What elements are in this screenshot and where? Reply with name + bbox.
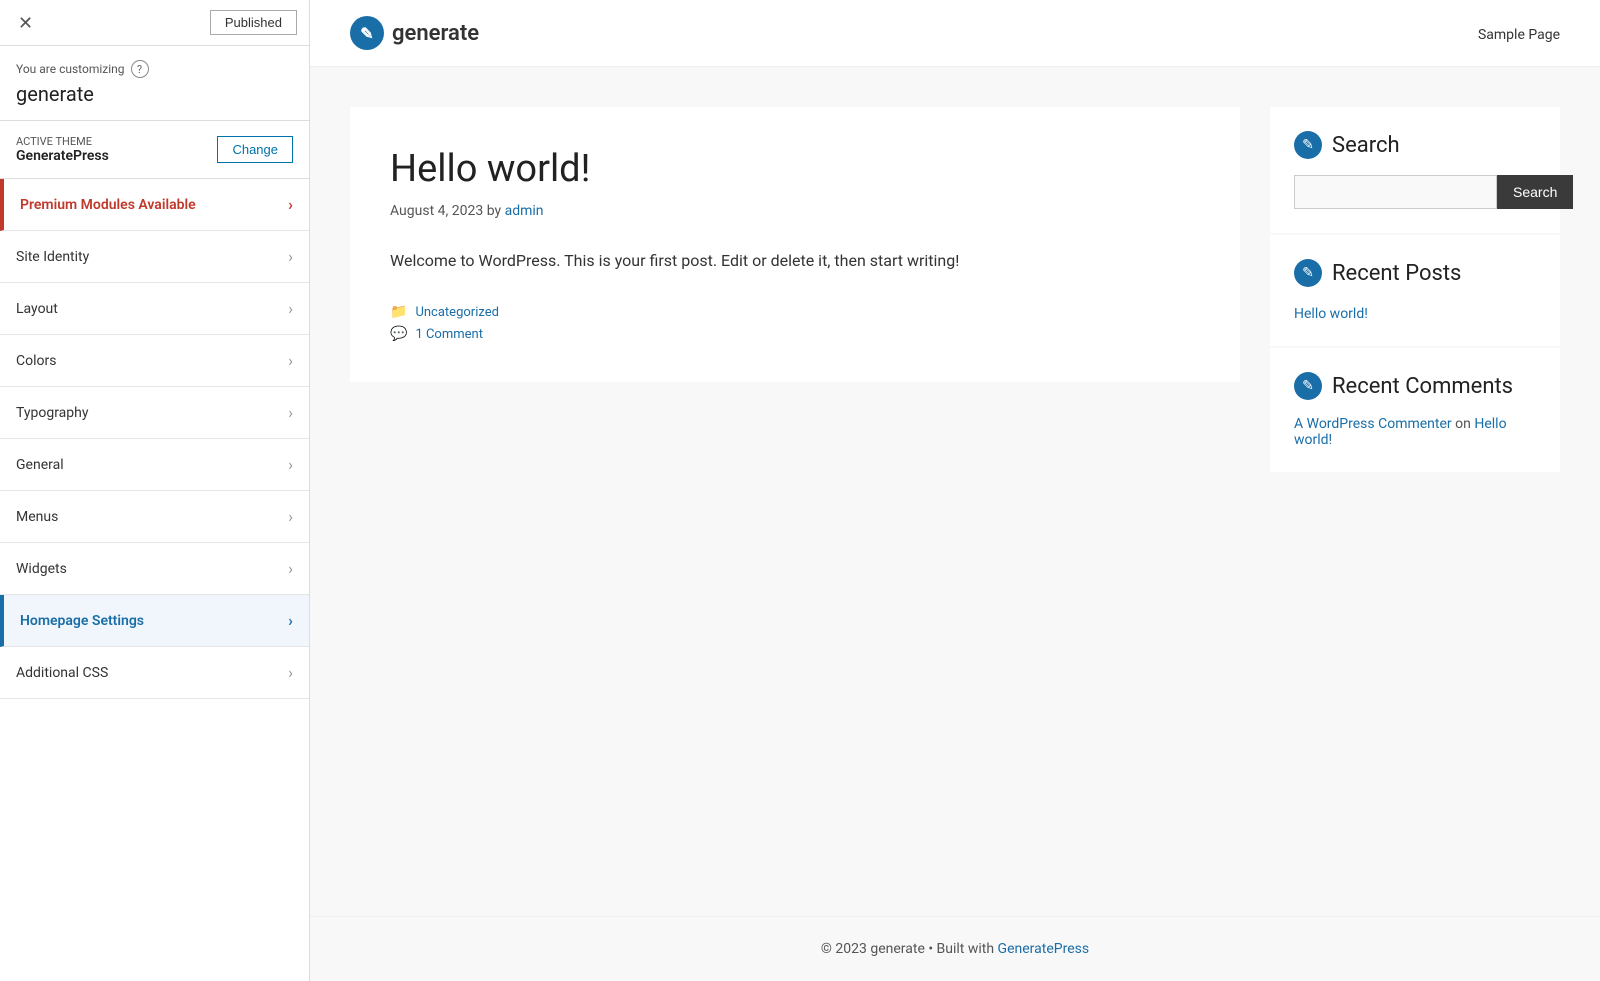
nav-item-layout-label: Layout	[16, 301, 58, 317]
post-date: August 4, 2023	[390, 203, 483, 219]
post-comment-row: 💬 1 Comment	[390, 326, 1200, 342]
post-title: Hello world!	[390, 147, 1200, 191]
recent-post-link[interactable]: Hello world!	[1294, 306, 1368, 322]
recent-comments-list: A WordPress Commenter on Hello world!	[1294, 416, 1536, 448]
chevron-right-icon: ›	[288, 403, 293, 422]
recent-posts-widget-title: ✎ Recent Posts	[1294, 259, 1536, 287]
nav-item-site-identity[interactable]: Site Identity ›	[0, 231, 309, 283]
nav-item-homepage-settings[interactable]: Homepage Settings ›	[0, 595, 309, 647]
nav-item-menus[interactable]: Menus ›	[0, 491, 309, 543]
main-column: Hello world! August 4, 2023 by admin Wel…	[350, 107, 1240, 382]
search-form: Search	[1294, 175, 1536, 209]
post-category-row: 📁 Uncategorized	[390, 304, 1200, 320]
close-button[interactable]: ✕	[12, 10, 39, 36]
chevron-right-icon: ›	[288, 351, 293, 370]
nav-item-additional-css-label: Additional CSS	[16, 665, 108, 681]
active-theme-info: Active theme GeneratePress	[16, 135, 109, 164]
post-by: by	[487, 203, 501, 219]
help-icon[interactable]: ?	[131, 60, 149, 78]
site-nav: Sample Page	[1478, 24, 1560, 43]
search-input[interactable]	[1294, 175, 1497, 209]
nav-section: Premium Modules Available › Site Identit…	[0, 179, 309, 981]
site-logo[interactable]: ✎ generate	[350, 16, 479, 50]
site-footer: © 2023 generate • Built with GeneratePre…	[310, 916, 1600, 981]
list-item: A WordPress Commenter on Hello world!	[1294, 416, 1536, 448]
recent-posts-widget: ✎ Recent Posts Hello world!	[1270, 235, 1560, 346]
post-comment-link[interactable]: 1 Comment	[415, 327, 483, 342]
commenter-link[interactable]: A WordPress Commenter	[1294, 416, 1452, 432]
post-footer: 📁 Uncategorized 💬 1 Comment	[390, 304, 1200, 342]
active-theme-label: Active theme	[16, 135, 109, 148]
folder-icon: 📁	[390, 304, 407, 320]
you-are-customizing: You are customizing ?	[16, 60, 293, 78]
footer-text: © 2023 generate • Built with	[821, 941, 994, 957]
nav-item-menus-label: Menus	[16, 509, 58, 525]
nav-item-widgets[interactable]: Widgets ›	[0, 543, 309, 595]
nav-item-layout[interactable]: Layout ›	[0, 283, 309, 335]
chevron-right-icon: ›	[288, 559, 293, 578]
site-logo-name: generate	[392, 21, 479, 46]
post-author-link[interactable]: admin	[505, 203, 544, 219]
nav-item-premium[interactable]: Premium Modules Available ›	[0, 179, 309, 231]
chevron-right-icon: ›	[288, 611, 293, 630]
search-widget-title: ✎ Search	[1294, 131, 1536, 159]
recent-comments-widget-icon: ✎	[1294, 372, 1322, 400]
chevron-right-icon: ›	[288, 663, 293, 682]
post-meta: August 4, 2023 by admin	[390, 203, 1200, 219]
post-category-link[interactable]: Uncategorized	[415, 305, 498, 320]
recent-posts-list: Hello world!	[1294, 303, 1536, 322]
comment-icon: 💬	[390, 326, 407, 342]
search-widget: ✎ Search Search	[1270, 107, 1560, 233]
nav-item-additional-css[interactable]: Additional CSS ›	[0, 647, 309, 699]
chevron-right-icon: ›	[288, 455, 293, 474]
chevron-right-icon: ›	[288, 195, 293, 214]
chevron-right-icon: ›	[288, 507, 293, 526]
list-item: Hello world!	[1294, 303, 1536, 322]
post-content: Welcome to WordPress. This is your first…	[390, 247, 1200, 274]
recent-posts-widget-icon: ✎	[1294, 259, 1322, 287]
search-widget-icon: ✎	[1294, 131, 1322, 159]
recent-comments-widget-title: ✎ Recent Comments	[1294, 372, 1536, 400]
nav-item-premium-label: Premium Modules Available	[20, 197, 196, 213]
preview-area: ✎ generate Sample Page Hello world! Augu…	[310, 0, 1600, 981]
logo-icon: ✎	[350, 16, 384, 50]
search-button[interactable]: Search	[1497, 175, 1573, 209]
published-button[interactable]: Published	[210, 10, 297, 35]
info-section: You are customizing ? generate	[0, 46, 309, 121]
active-theme-section: Active theme GeneratePress Change	[0, 121, 309, 179]
recent-comments-widget: ✎ Recent Comments A WordPress Commenter …	[1270, 348, 1560, 472]
nav-item-colors[interactable]: Colors ›	[0, 335, 309, 387]
change-theme-button[interactable]: Change	[217, 136, 293, 163]
nav-item-colors-label: Colors	[16, 353, 56, 369]
nav-item-general[interactable]: General ›	[0, 439, 309, 491]
site-content: Hello world! August 4, 2023 by admin Wel…	[310, 67, 1600, 916]
nav-item-typography[interactable]: Typography ›	[0, 387, 309, 439]
nav-item-typography-label: Typography	[16, 405, 88, 421]
theme-name: GeneratePress	[16, 148, 109, 164]
site-name: generate	[16, 82, 293, 106]
nav-item-widgets-label: Widgets	[16, 561, 67, 577]
comment-on: on	[1455, 416, 1474, 432]
customizer-panel: ✕ Published You are customizing ? genera…	[0, 0, 310, 981]
sample-page-link[interactable]: Sample Page	[1478, 27, 1560, 43]
site-header: ✎ generate Sample Page	[310, 0, 1600, 67]
nav-item-homepage-settings-label: Homepage Settings	[20, 613, 144, 629]
nav-item-general-label: General	[16, 457, 64, 473]
nav-item-site-identity-label: Site Identity	[16, 249, 89, 265]
footer-link[interactable]: GeneratePress	[998, 941, 1090, 957]
sidebar: ✎ Search Search ✎ Recent Posts Hello wor…	[1270, 107, 1560, 474]
top-bar: ✕ Published	[0, 0, 309, 46]
chevron-right-icon: ›	[288, 247, 293, 266]
chevron-right-icon: ›	[288, 299, 293, 318]
